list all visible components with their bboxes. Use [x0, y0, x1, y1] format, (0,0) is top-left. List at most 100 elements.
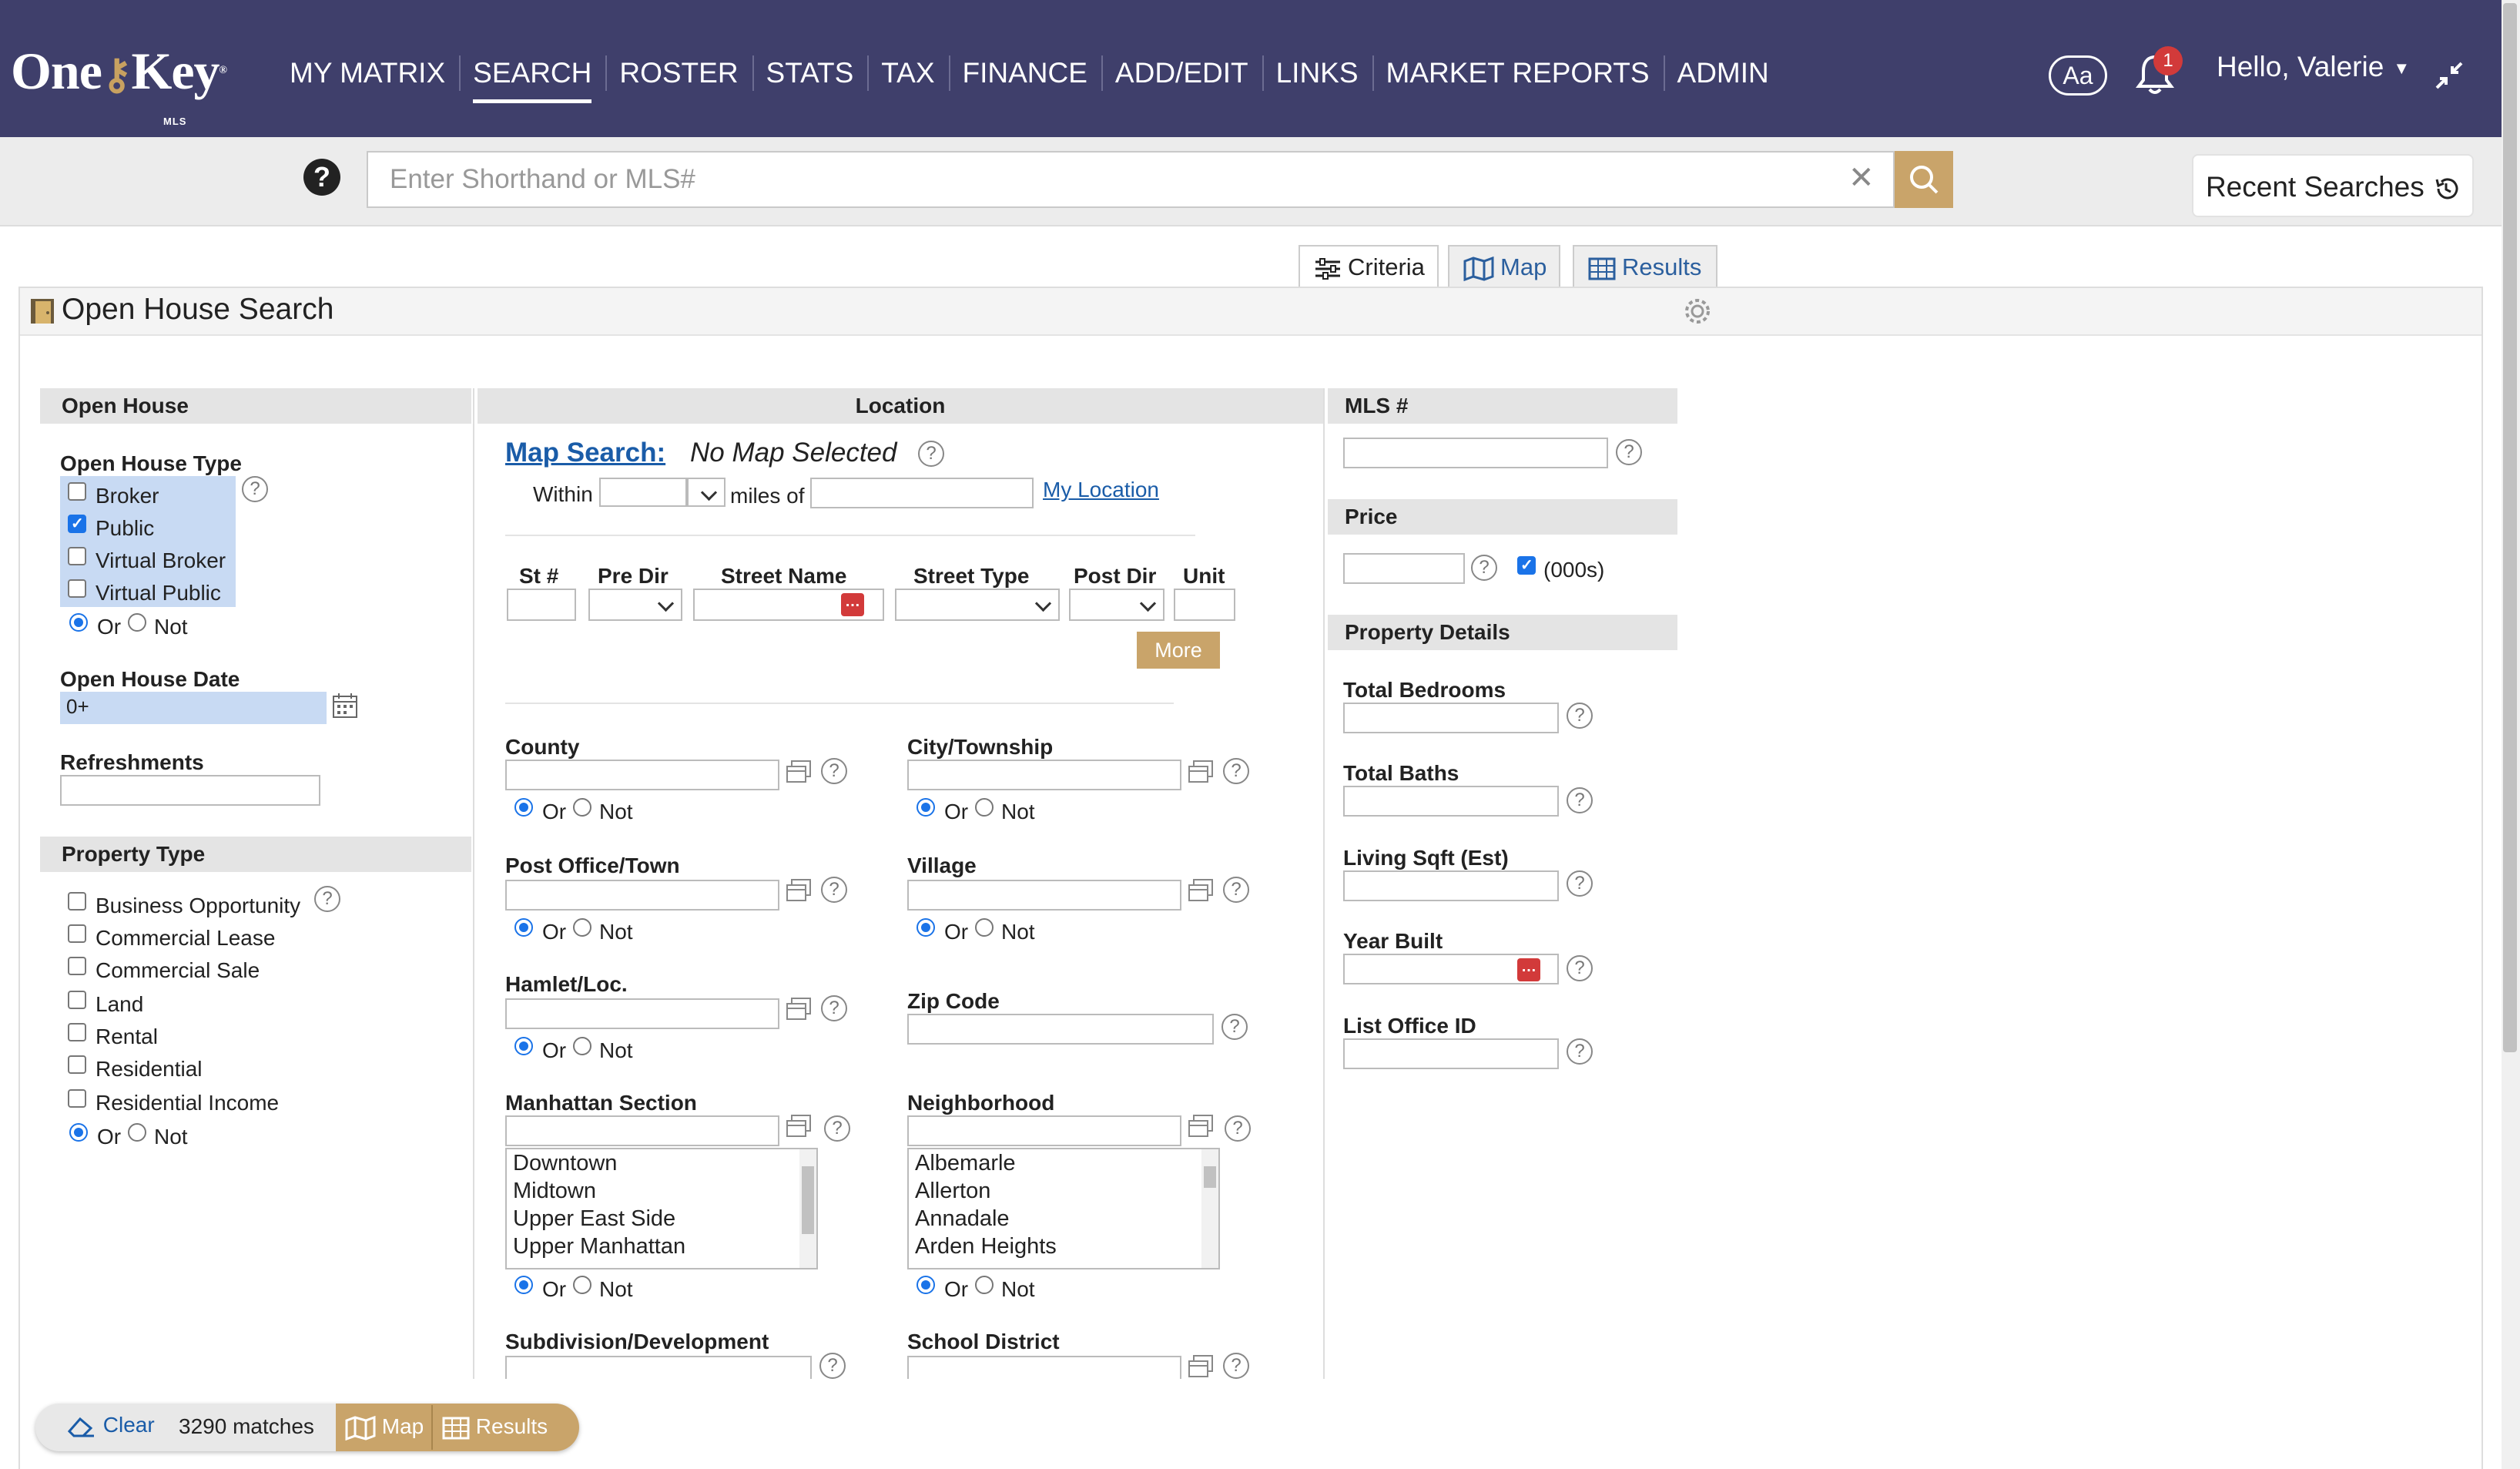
ellipsis-icon[interactable]: … [1517, 958, 1540, 981]
radio-or[interactable] [917, 798, 935, 817]
total-baths-input[interactable] [1343, 786, 1559, 817]
clear-button[interactable]: Clear [66, 1413, 155, 1439]
subdivision-input[interactable] [505, 1356, 812, 1379]
checkbox-virtual-public[interactable] [68, 579, 86, 598]
radio-or[interactable] [514, 918, 533, 937]
radio-not[interactable] [975, 798, 994, 817]
list-item[interactable]: Downtown [507, 1149, 816, 1177]
tab-map[interactable]: Map [1448, 245, 1560, 287]
checkbox-residential[interactable] [68, 1055, 86, 1074]
checkbox-broker[interactable] [68, 482, 86, 501]
list-office-id-input[interactable] [1343, 1038, 1559, 1069]
city-township-input[interactable] [907, 760, 1181, 790]
checkbox-commercial-sale[interactable] [68, 957, 86, 975]
nav-market-reports[interactable]: MARKET REPORTS [1372, 46, 1664, 100]
radio-or[interactable] [514, 1037, 533, 1055]
page-scrollbar-thumb[interactable] [2503, 3, 2517, 1052]
post-office-input[interactable] [505, 880, 779, 911]
help-icon[interactable]: ? [918, 441, 944, 467]
zip-code-input[interactable] [907, 1014, 1214, 1045]
lookup-list-icon[interactable] [786, 760, 812, 784]
radio-not[interactable] [573, 1276, 591, 1294]
font-size-button[interactable]: Aa [2049, 55, 2107, 96]
shorthand-search-input[interactable]: Enter Shorthand or MLS# [367, 151, 1895, 208]
radio-or[interactable] [917, 1276, 935, 1294]
help-icon[interactable]: ? [1567, 955, 1593, 981]
help-icon[interactable]: ? [1221, 1014, 1248, 1040]
lookup-list-icon[interactable] [786, 878, 812, 903]
tab-criteria[interactable]: Criteria [1299, 245, 1439, 290]
help-icon[interactable]: ? [303, 159, 340, 196]
nav-roster[interactable]: ROSTER [605, 46, 752, 100]
lookup-list-icon[interactable] [1188, 1114, 1214, 1139]
living-sqft-input[interactable] [1343, 870, 1559, 901]
gear-icon[interactable] [1682, 296, 1713, 327]
within-distance-input[interactable] [599, 478, 687, 507]
nav-finance[interactable]: FINANCE [948, 46, 1101, 100]
help-icon[interactable]: ? [1567, 870, 1593, 897]
more-button[interactable]: More [1137, 632, 1220, 669]
radio-or[interactable] [514, 1276, 533, 1294]
lookup-list-icon[interactable] [786, 997, 812, 1021]
list-item[interactable]: Upper Manhattan [507, 1233, 816, 1260]
nav-tax[interactable]: TAX [867, 46, 948, 100]
radio-or[interactable] [69, 1123, 88, 1142]
onekey-logo[interactable]: One⚷Key® MLS [11, 40, 227, 127]
help-icon[interactable]: ? [1616, 439, 1642, 465]
recent-searches-button[interactable]: Recent Searches [2192, 154, 2474, 217]
help-icon[interactable]: ? [242, 476, 268, 502]
checkbox-land[interactable] [68, 991, 86, 1009]
help-icon[interactable]: ? [1567, 1038, 1593, 1065]
radio-or[interactable] [514, 798, 533, 817]
list-scrollbar-thumb[interactable] [802, 1166, 814, 1234]
calendar-icon[interactable] [331, 692, 359, 719]
nav-links[interactable]: LINKS [1262, 46, 1372, 100]
radio-not[interactable] [573, 1037, 591, 1055]
manhattan-section-list[interactable]: Downtown Midtown Upper East Side Upper M… [505, 1148, 818, 1269]
help-icon[interactable]: ? [821, 995, 847, 1021]
neighborhood-list[interactable]: Albemarle Allerton Annadale Arden Height… [907, 1148, 1220, 1269]
help-icon[interactable]: ? [1223, 877, 1249, 903]
nav-my-matrix[interactable]: MY MATRIX [276, 46, 459, 100]
pre-dir-select[interactable] [588, 589, 682, 621]
bottom-results-button[interactable]: Results [442, 1414, 548, 1440]
radio-not[interactable] [128, 613, 146, 632]
open-house-date-input[interactable]: 0+ [60, 692, 327, 724]
lookup-list-icon[interactable] [1188, 878, 1214, 903]
help-icon[interactable]: ? [821, 877, 847, 903]
checkbox-business-opportunity[interactable] [68, 892, 86, 911]
help-icon[interactable]: ? [1223, 1353, 1249, 1379]
checkbox-thousands[interactable] [1517, 555, 1536, 575]
search-button[interactable] [1895, 151, 1953, 208]
list-item[interactable]: Midtown [507, 1177, 816, 1205]
help-icon[interactable]: ? [1567, 703, 1593, 729]
list-item[interactable]: Upper East Side [507, 1205, 816, 1233]
radio-or[interactable] [917, 918, 935, 937]
help-icon[interactable]: ? [1225, 1115, 1251, 1142]
checkbox-residential-income[interactable] [68, 1089, 86, 1108]
nav-admin[interactable]: ADMIN [1663, 46, 1783, 100]
neighborhood-input[interactable] [907, 1115, 1181, 1146]
within-distance-select[interactable] [687, 478, 726, 507]
bottom-map-button[interactable]: Map [345, 1414, 424, 1440]
total-bedrooms-input[interactable] [1343, 703, 1559, 733]
help-icon[interactable]: ? [1471, 555, 1497, 581]
help-icon[interactable]: ? [1223, 758, 1249, 784]
list-item[interactable]: Arden Heights [909, 1233, 1218, 1260]
lookup-list-icon[interactable] [1188, 1354, 1214, 1379]
st-number-input[interactable] [507, 589, 576, 621]
radio-or[interactable] [69, 613, 88, 632]
radio-not[interactable] [573, 918, 591, 937]
unit-input[interactable] [1174, 589, 1235, 621]
radio-not[interactable] [128, 1123, 146, 1142]
checkbox-commercial-lease[interactable] [68, 924, 86, 943]
help-icon[interactable]: ? [1567, 787, 1593, 813]
refreshments-input[interactable] [60, 775, 320, 806]
ellipsis-icon[interactable]: … [841, 593, 864, 616]
mls-number-input[interactable] [1343, 438, 1608, 468]
school-district-input[interactable] [907, 1356, 1181, 1379]
manhattan-section-input[interactable] [505, 1115, 779, 1146]
checkbox-public[interactable] [68, 514, 86, 533]
collapse-icon[interactable] [2432, 59, 2466, 92]
list-scrollbar-thumb[interactable] [1204, 1166, 1216, 1188]
